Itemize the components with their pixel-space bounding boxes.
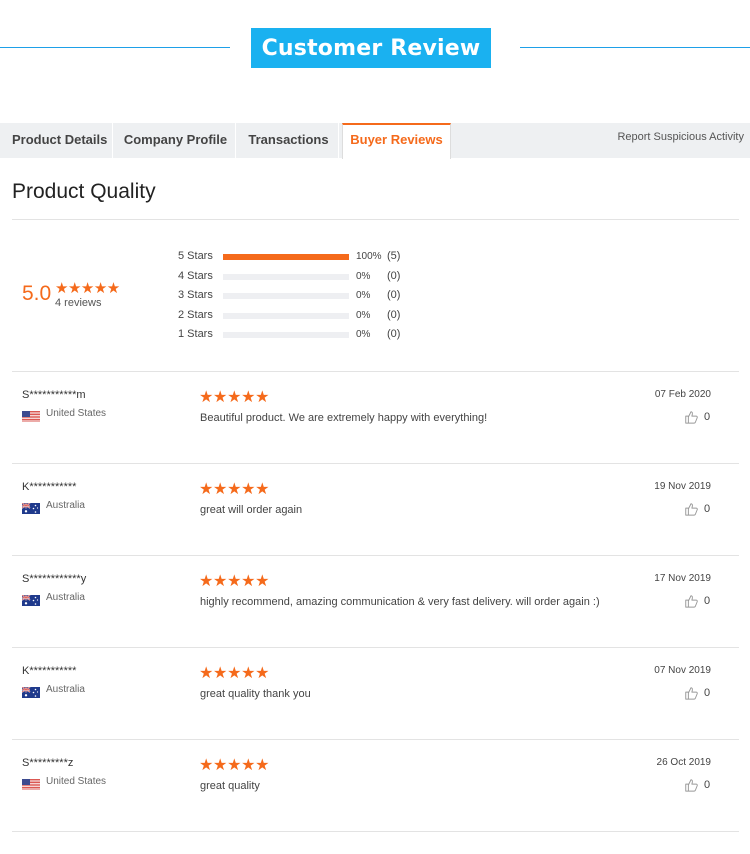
us-flag-icon (22, 409, 40, 422)
review-stars: ★★★★★ (199, 573, 270, 590)
average-score: 5.0 (22, 282, 52, 305)
review-item: K*********** Australia ★★★★★ great quali… (12, 648, 739, 740)
tab-product-details[interactable]: Product Details (0, 123, 113, 158)
review-stars: ★★★★★ (199, 389, 270, 406)
reviewer-name: S************y (22, 573, 87, 585)
rating-percent: 0% (356, 329, 371, 341)
rating-bar-track (223, 293, 349, 300)
rating-count: (0) (387, 328, 401, 341)
us-flag-icon (22, 777, 40, 790)
banner-line-left (0, 47, 230, 48)
review-text: great quality thank you (200, 688, 311, 700)
rating-count: (0) (387, 289, 401, 302)
banner-title: Customer Review (251, 28, 491, 68)
like-count: 0 (704, 411, 711, 423)
tab-transactions[interactable]: Transactions (239, 123, 339, 158)
rating-percent: 0% (356, 309, 371, 321)
rating-bar-track (223, 312, 349, 319)
australia-flag-icon (21, 685, 40, 698)
tab-company-profile[interactable]: Company Profile (116, 123, 236, 158)
rating-row-label: 4 Stars (178, 269, 213, 282)
rating-percent: 100% (356, 251, 382, 262)
review-count: 4 reviews (55, 297, 102, 309)
rating-row-label: 1 Stars (178, 328, 213, 341)
review-date: 17 Nov 2019 (654, 573, 711, 584)
rating-count: (0) (387, 269, 401, 282)
review-stars: ★★★★★ (199, 481, 270, 498)
customer-review-banner: Customer Review (0, 0, 750, 100)
thumbs-up-icon[interactable] (684, 686, 698, 700)
review-date: 07 Feb 2020 (654, 389, 711, 400)
review-text: great quality (200, 780, 260, 792)
australia-flag-icon (21, 593, 40, 606)
review-item: S*********z United States ★★★★★ great qu… (12, 740, 739, 832)
review-date: 07 Nov 2019 (654, 665, 711, 676)
review-stars: ★★★★★ (199, 665, 270, 682)
rating-bar-fill (223, 254, 349, 260)
thumbs-up-icon[interactable] (684, 778, 698, 792)
report-suspicious-activity-link[interactable]: Report Suspicious Activity (617, 131, 744, 143)
review-date: 26 Oct 2019 (656, 757, 711, 768)
rating-row-label: 2 Stars (178, 308, 213, 321)
review-item: K*********** Australia ★★★★★ great will … (12, 464, 739, 556)
like-count: 0 (704, 687, 711, 699)
thumbs-up-icon[interactable] (684, 410, 698, 424)
review-item: S***********m United States ★★★★★ Beauti… (12, 372, 739, 464)
thumbs-up-icon[interactable] (684, 594, 698, 608)
section-title: Product Quality (12, 180, 156, 203)
review-text: great will order again (200, 504, 303, 516)
rating-row-label: 5 Stars (178, 250, 213, 262)
reviewer-name: S*********z (22, 757, 74, 769)
like-count: 0 (704, 595, 711, 607)
rating-percent: 0% (356, 270, 371, 282)
review-text: Beautiful product. We are extremely happ… (200, 412, 488, 424)
review-item: S************y Australia ★★★★★ highly re… (12, 556, 739, 648)
banner-line-right (520, 47, 750, 48)
reviewer-name: K*********** (22, 481, 77, 493)
reviewer-country: Australia (46, 500, 85, 511)
reviewer-country: Australia (46, 592, 85, 603)
reviewer-name: S***********m (22, 389, 86, 401)
review-date: 19 Nov 2019 (654, 481, 711, 492)
like-count: 0 (704, 779, 711, 791)
reviewer-country: United States (46, 408, 107, 419)
tab-buyer-reviews[interactable]: Buyer Reviews (342, 123, 451, 159)
review-stars: ★★★★★ (199, 757, 270, 774)
reviewer-country: United States (46, 776, 107, 787)
rating-bar-track (223, 254, 349, 260)
rating-row-label: 3 Stars (178, 289, 213, 302)
reviewer-country: Australia (46, 684, 85, 695)
thumbs-up-icon[interactable] (684, 502, 698, 516)
reviewer-name: K*********** (22, 665, 77, 677)
review-text: highly recommend, amazing communication … (200, 596, 600, 608)
australia-flag-icon (21, 501, 40, 514)
rating-percent: 0% (356, 290, 371, 302)
divider (12, 219, 739, 220)
rating-bar-track (223, 273, 349, 280)
rating-count: (5) (387, 250, 401, 262)
like-count: 0 (704, 503, 711, 515)
rating-bar-track (223, 332, 349, 339)
divider (12, 831, 739, 832)
average-stars: ★★★★★ (55, 280, 120, 297)
rating-count: (0) (387, 308, 401, 321)
